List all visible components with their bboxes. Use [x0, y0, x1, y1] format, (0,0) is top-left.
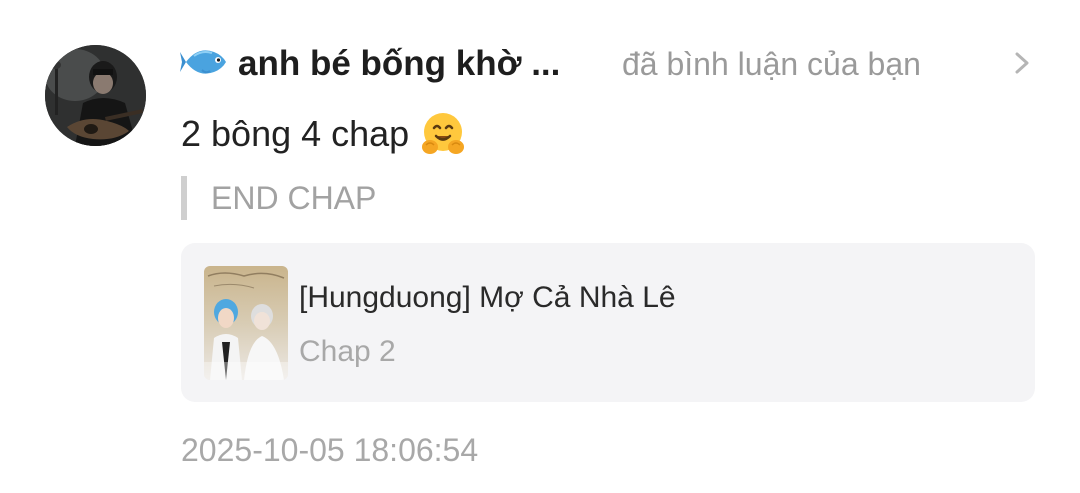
user-avatar[interactable]: [45, 45, 146, 146]
story-chapter: Chap 2: [299, 335, 396, 368]
timestamp: 2025-10-05 18:06:54: [181, 432, 479, 468]
story-cover-image: [204, 266, 288, 380]
quoted-text: END CHAP: [181, 176, 376, 220]
story-cover: [204, 266, 288, 380]
story-card[interactable]: [Hungduong] Mợ Cả Nhà Lê Chap 2: [181, 243, 1035, 402]
story-title: [Hungduong] Mợ Cả Nhà Lê: [299, 281, 676, 314]
username[interactable]: anh bé bống khờ ...: [238, 42, 560, 86]
fish-icon: [180, 50, 226, 74]
comment-text: 2 bông 4 chap: [181, 113, 410, 154]
notification-header: anh bé bống khờ ... đã bình luận của bạn: [180, 38, 1040, 88]
hugging-face-icon: [422, 113, 465, 154]
chevron-right-icon[interactable]: [1010, 46, 1034, 80]
comment-body: 2 bông 4 chap: [181, 110, 467, 158]
action-text: đã bình luận của bạn: [622, 46, 921, 82]
guitar-player-avatar-icon: [45, 45, 146, 146]
